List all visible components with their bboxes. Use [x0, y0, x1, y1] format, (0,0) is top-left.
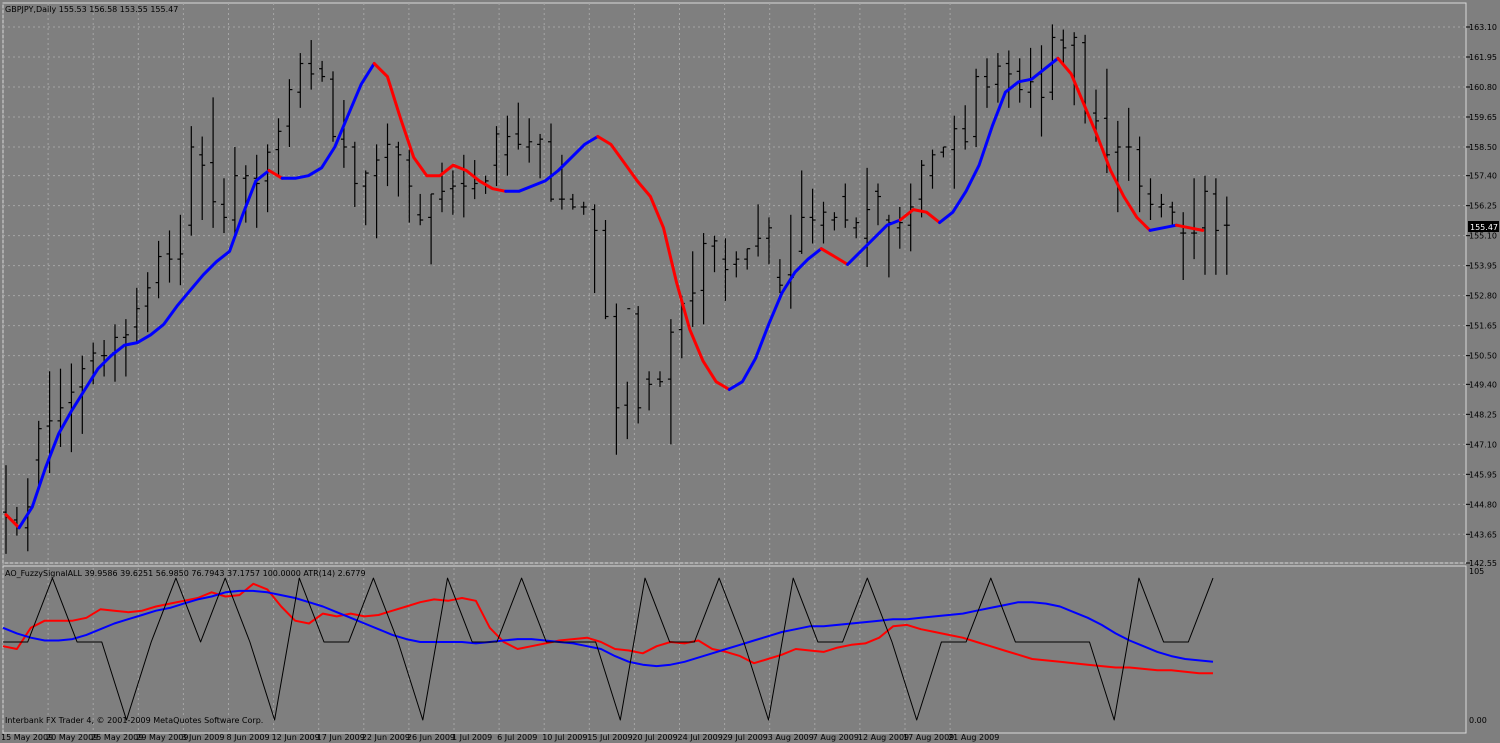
indicator-header: AO_FuzzySignalALL 39.9586 39.6251 56.985…: [5, 569, 366, 578]
x-tick-label: 6 Jul 2009: [497, 733, 537, 742]
y-tick-label: 161.95: [1469, 53, 1497, 62]
y-tick-label: 151.65: [1469, 322, 1497, 331]
indicator-y-label: 0.00: [1469, 716, 1487, 725]
x-tick-label: 17 Aug 2009: [903, 733, 954, 742]
x-tick-label: 15 Jul 2009: [587, 733, 632, 742]
x-tick-label: 21 Aug 2009: [948, 733, 999, 742]
x-tick-label: 12 Aug 2009: [858, 733, 909, 742]
x-tick-label: 3 Jun 2009: [181, 733, 224, 742]
copyright-label: Interbank FX Trader 4, © 2001-2009 MetaQ…: [5, 716, 263, 725]
chart-canvas[interactable]: 163.10 161.95 160.80 159.65 158.50 157.40 156.…: [0, 0, 1500, 743]
mt4-chart-window[interactable]: 163.10 161.95 160.80 159.65 158.50 157.40 156.…: [0, 0, 1500, 743]
y-tick-label: 150.50: [1469, 352, 1497, 361]
y-tick-label: 145.95: [1469, 470, 1497, 479]
y-tick-label: 158.50: [1469, 143, 1497, 152]
current-price-label: 155.47: [1470, 223, 1498, 232]
y-tick-label: 149.40: [1469, 380, 1497, 389]
x-tick-label: 10 Jul 2009: [542, 733, 587, 742]
x-tick-label: 17 Jun 2009: [317, 733, 365, 742]
x-tick-label: 3 Aug 2009: [768, 733, 814, 742]
y-tick-label: 160.80: [1469, 83, 1497, 92]
indicator-y-label: 105: [1469, 567, 1484, 576]
y-tick-label: 144.80: [1469, 500, 1497, 509]
x-tick-label: 7 Aug 2009: [813, 733, 859, 742]
y-tick-label: 148.25: [1469, 410, 1497, 419]
y-tick-label: 159.65: [1469, 113, 1497, 122]
chart-background: [0, 0, 1500, 743]
x-tick-label: 22 Jun 2009: [362, 733, 410, 742]
y-tick-label: 143.65: [1469, 530, 1497, 539]
x-tick-label: 26 Jun 2009: [407, 733, 455, 742]
y-tick-label: 157.40: [1469, 172, 1497, 181]
x-tick-label: 12 Jun 2009: [272, 733, 320, 742]
y-tick-label: 153.95: [1469, 262, 1497, 271]
y-tick-label: 163.10: [1469, 23, 1497, 32]
y-tick-label: 147.10: [1469, 440, 1497, 449]
x-tick-label: 24 Jul 2009: [678, 733, 723, 742]
x-tick-label: 8 Jun 2009: [227, 733, 270, 742]
x-tick-label: 20 Jul 2009: [632, 733, 677, 742]
y-tick-label: 155.10: [1469, 232, 1497, 241]
y-tick-label: 152.80: [1469, 292, 1497, 301]
x-tick-label: 29 Jul 2009: [723, 733, 768, 742]
y-tick-label: 156.25: [1469, 202, 1497, 211]
x-tick-label: 1 Jul 2009: [452, 733, 492, 742]
chart-header: GBPJPY,Daily 155.53 156.58 153.55 155.47: [5, 5, 178, 14]
